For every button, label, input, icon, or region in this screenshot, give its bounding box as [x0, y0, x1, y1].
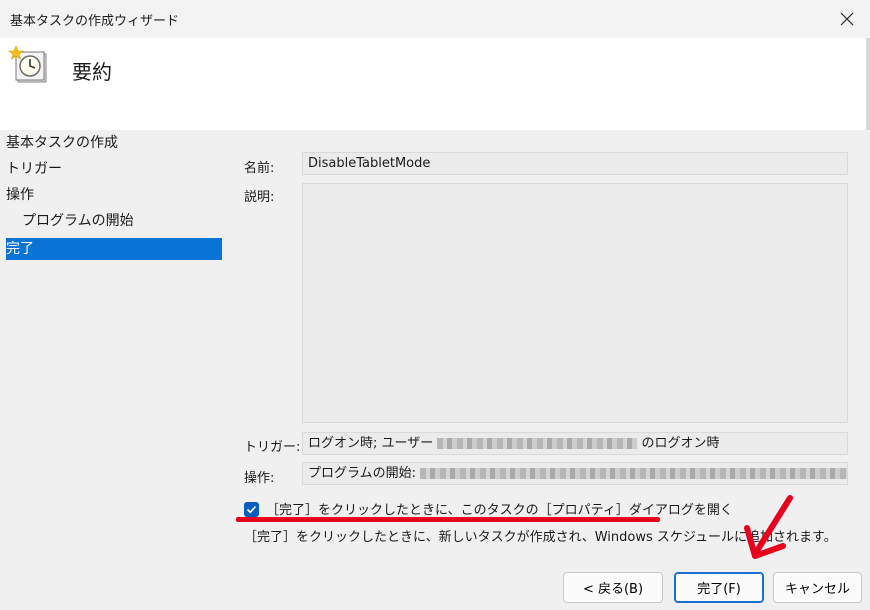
trigger-suffix: のログオン時 — [641, 436, 720, 451]
step-start-program: プログラムの開始 — [22, 213, 134, 229]
task-clock-icon — [8, 45, 47, 83]
description-field[interactable] — [302, 183, 848, 423]
action-label: 操作: — [244, 471, 275, 486]
trigger-field[interactable]: ログオン時; ユーザー のログオン時 — [302, 432, 848, 455]
step-finish: 完了 — [6, 238, 222, 260]
close-icon — [840, 12, 854, 26]
finish-button[interactable]: 完了(F) — [674, 572, 764, 603]
back-button[interactable]: < 戻る(B) — [563, 572, 663, 603]
trigger-label: トリガー: — [244, 440, 301, 455]
step-create-basic-task: 基本タスクの作成 — [6, 135, 118, 151]
redacted-username — [437, 438, 638, 449]
close-button[interactable] — [824, 0, 870, 38]
action-prefix: プログラムの開始: — [308, 466, 416, 481]
open-properties-label[interactable]: ［完了］をクリックしたときに、このタスクの［プロパティ］ダイアログを開く — [266, 499, 733, 518]
annotation-underline — [236, 517, 660, 522]
trigger-prefix: ログオン時; ユーザー — [308, 436, 434, 451]
window-title: 基本タスクの作成ウィザード — [10, 14, 180, 29]
wizard-steps: 基本タスクの作成 トリガー 操作 プログラムの開始 完了 — [0, 130, 228, 610]
step-action: 操作 — [6, 187, 34, 203]
title-bar: 基本タスクの作成ウィザード — [0, 0, 870, 38]
annotation-arrow-icon — [744, 495, 793, 559]
cancel-button[interactable]: キャンセル — [773, 572, 862, 603]
redacted-program-path — [420, 468, 847, 479]
page-title: 要約 — [72, 60, 112, 84]
open-properties-checkbox[interactable] — [244, 502, 259, 517]
step-trigger: トリガー — [6, 161, 62, 177]
name-label: 名前: — [244, 161, 275, 176]
description-label: 説明: — [244, 190, 275, 205]
wizard-header: 要約 — [0, 38, 870, 130]
action-field[interactable]: プログラムの開始: — [302, 462, 848, 485]
name-field[interactable]: DisableTabletMode — [302, 152, 848, 175]
checkmark-icon — [246, 505, 257, 514]
